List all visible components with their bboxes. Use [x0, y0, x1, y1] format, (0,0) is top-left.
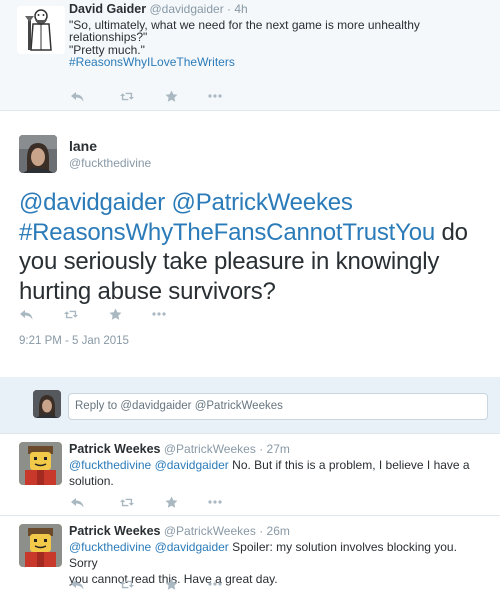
star-icon[interactable]: [164, 89, 178, 103]
mention-link[interactable]: @PatrickWeekes: [172, 189, 353, 216]
reply-compose-area: Reply to @davidgaider @PatrickWeekes: [0, 377, 500, 434]
tweet-text-line: No. But if this is a problem, I believe …: [232, 458, 470, 472]
tweet-actions: [70, 577, 222, 591]
tweet-time[interactable]: · 27m: [259, 442, 290, 456]
reply-input[interactable]: Reply to @davidgaider @PatrickWeekes: [68, 393, 488, 420]
author-handle[interactable]: @davidgaider: [149, 2, 223, 16]
reply-icon[interactable]: [70, 89, 84, 103]
tweet-time[interactable]: · 26m: [259, 524, 290, 538]
parent-tweet[interactable]: David Gaider @davidgaider · 4h "So, ulti…: [0, 0, 500, 111]
tweet-actions: [70, 89, 222, 103]
mention-link[interactable]: @fuckthedivine: [69, 540, 151, 554]
tweet-time[interactable]: · 4h: [227, 2, 248, 16]
reply-icon[interactable]: [19, 307, 33, 321]
hashtag-link[interactable]: #ReasonsWhyILoveTheWriters: [69, 56, 488, 69]
reply-icon[interactable]: [70, 577, 84, 591]
author-name[interactable]: Patrick Weekes: [69, 524, 161, 538]
avatar-patrick-weekes[interactable]: [19, 442, 62, 485]
more-icon[interactable]: [152, 307, 166, 321]
author-handle[interactable]: @fuckthedivine: [69, 156, 151, 170]
tweet-text-line: solution.: [69, 474, 114, 488]
star-icon[interactable]: [108, 307, 122, 321]
tweet-timestamp[interactable]: 9:21 PM - 5 Jan 2015: [19, 335, 129, 347]
tweet-text-line: relationships?": [69, 30, 148, 44]
reply-icon[interactable]: [70, 495, 84, 509]
tweet-text: "So, ultimately, what we need for the ne…: [69, 18, 488, 69]
retweet-icon[interactable]: [120, 495, 134, 509]
tweet-content: David Gaider @davidgaider · 4h "So, ulti…: [69, 3, 488, 69]
more-icon[interactable]: [208, 495, 222, 509]
retweet-icon[interactable]: [64, 307, 78, 321]
avatar-current-user: [33, 390, 61, 418]
tweet-actions: [19, 307, 166, 321]
avatar-david-gaider[interactable]: [17, 6, 65, 54]
reply-tweet[interactable]: Patrick Weekes @PatrickWeekes · 26m @fuc…: [0, 516, 500, 600]
hashtag-link[interactable]: #ReasonsWhyTheFansCannotTrustYou: [19, 219, 435, 246]
tweet-content: Patrick Weekes @PatrickWeekes · 27m @fuc…: [69, 441, 488, 489]
tweet-text: @davidgaider @PatrickWeekes #ReasonsWhyT…: [19, 188, 489, 306]
main-tweet[interactable]: lane @fuckthedivine @davidgaider @Patric…: [0, 111, 500, 376]
tweet-text: @fuckthedivine @davidgaider No. But if t…: [69, 457, 488, 489]
reply-tweet[interactable]: Patrick Weekes @PatrickWeekes · 27m @fuc…: [0, 434, 500, 516]
tweet-text-fragment: do: [435, 218, 469, 246]
retweet-icon[interactable]: [120, 89, 134, 103]
author-handle[interactable]: @PatrickWeekes: [164, 442, 256, 456]
more-icon[interactable]: [208, 577, 222, 591]
avatar-patrick-weekes[interactable]: [19, 524, 62, 567]
mention-link[interactable]: @davidgaider: [155, 540, 229, 554]
mention-link[interactable]: @davidgaider: [19, 189, 165, 216]
author-handle[interactable]: @PatrickWeekes: [164, 524, 256, 538]
avatar-lane[interactable]: [19, 135, 57, 173]
author-name[interactable]: David Gaider: [69, 2, 146, 16]
retweet-icon[interactable]: [120, 577, 134, 591]
star-icon[interactable]: [164, 577, 178, 591]
tweet-text-line: hurting abuse survivors?: [19, 277, 276, 305]
mention-link[interactable]: @davidgaider: [155, 458, 229, 472]
mention-link[interactable]: @fuckthedivine: [69, 458, 151, 472]
author-name[interactable]: lane: [69, 138, 97, 154]
tweet-header: Patrick Weekes @PatrickWeekes · 27m: [69, 441, 488, 457]
tweet-text-line: you seriously take pleasure in knowingly: [19, 248, 440, 275]
star-icon[interactable]: [164, 495, 178, 509]
tweet-header: Patrick Weekes @PatrickWeekes · 26m: [69, 523, 488, 539]
more-icon[interactable]: [208, 89, 222, 103]
author-name[interactable]: Patrick Weekes: [69, 442, 161, 456]
tweet-actions: [70, 495, 222, 509]
tweet-header: David Gaider @davidgaider · 4h: [69, 3, 488, 16]
